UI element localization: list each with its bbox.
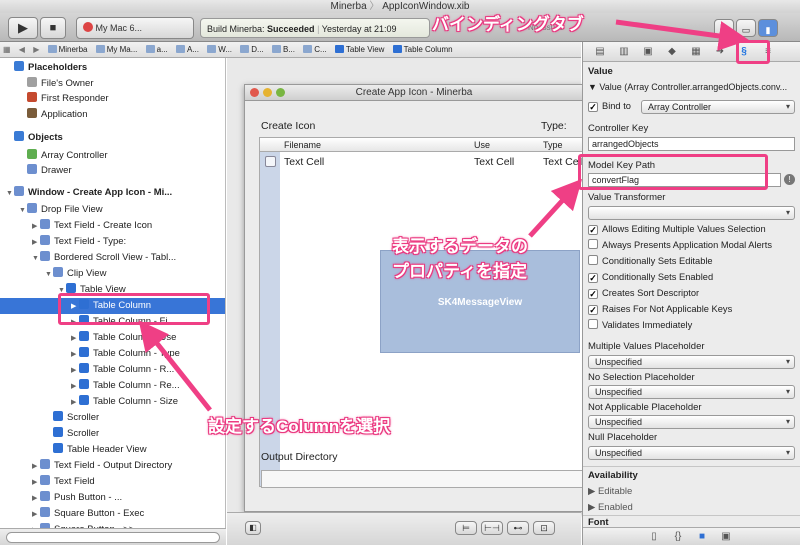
annotation-select-column-text: 設定するColumnを選択: [208, 417, 391, 436]
annotation-bindings-tab-text: バインディングタブ: [432, 15, 584, 34]
annotation-property-text-1: 表示するデータの: [392, 237, 528, 256]
annotation-property-text-2: プロパティを指定: [392, 262, 527, 281]
